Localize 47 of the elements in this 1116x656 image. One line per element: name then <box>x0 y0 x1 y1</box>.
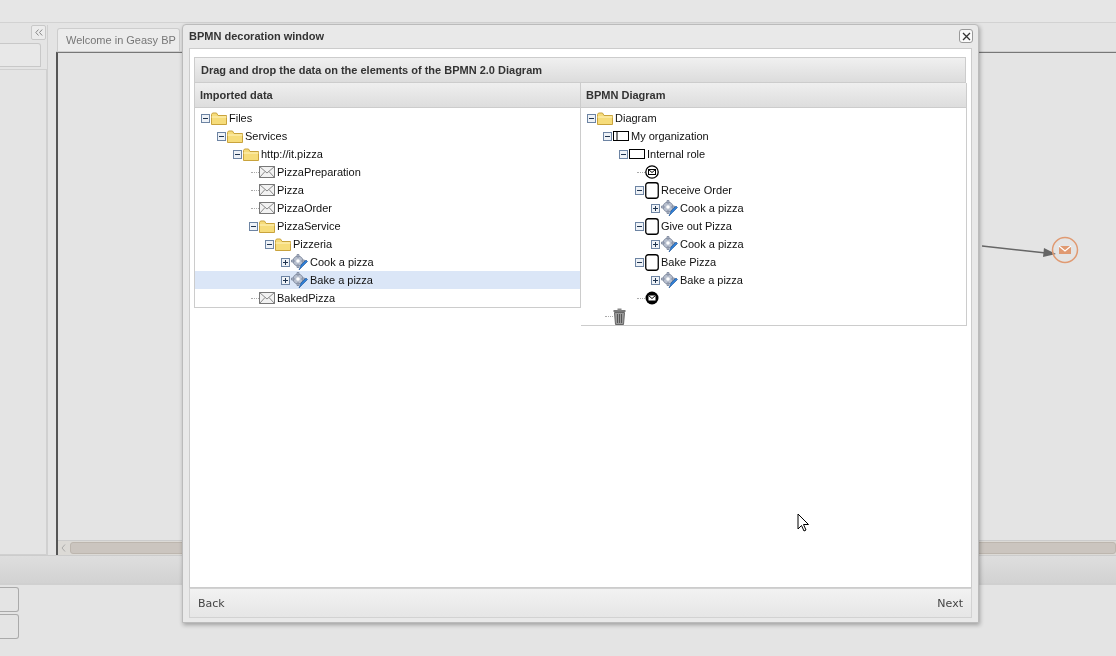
tree-row[interactable]: Bake a pizza <box>581 271 966 289</box>
tree-row[interactable]: Pizzeria <box>195 235 580 253</box>
tree-row[interactable]: Files <box>195 109 580 127</box>
tree-row[interactable]: Cook a pizza <box>195 253 580 271</box>
next-button[interactable]: Next <box>937 594 963 612</box>
back-button[interactable]: Back <box>198 594 225 612</box>
tree-label: BakedPizza <box>277 292 336 304</box>
tree-label: Pizzeria <box>293 238 333 250</box>
tree-row[interactable]: Pizza <box>195 181 580 199</box>
tree-label: Bake a pizza <box>310 274 373 286</box>
tree-label: Bake Pizza <box>661 256 717 268</box>
tree-label: PizzaPreparation <box>277 166 361 178</box>
tree-row[interactable]: PizzaPreparation <box>195 163 580 181</box>
panel-header: Drag and drop the data on the elements of the BPMN 2.0 Diagram <box>194 57 966 83</box>
tree-label: http://it.pizza <box>261 148 323 160</box>
tree-row[interactable]: http://it.pizza <box>195 145 580 163</box>
tree-label: Files <box>229 112 253 124</box>
tree-label: PizzaService <box>277 220 341 232</box>
tree-row[interactable]: Give out Pizza <box>581 217 966 235</box>
tree-label: Cook a pizza <box>310 256 374 268</box>
tree-label: Cook a pizza <box>680 202 744 214</box>
tree-row[interactable]: Cook a pizza <box>581 235 966 253</box>
tree-label: Diagram <box>615 112 657 124</box>
tree-label: Services <box>245 130 288 142</box>
tree-row[interactable]: Diagram <box>581 109 966 127</box>
tree-label: Receive Order <box>661 184 732 196</box>
tree-row[interactable]: Cook a pizza <box>581 199 966 217</box>
tree-row[interactable]: BakedPizza <box>195 289 580 307</box>
column-header: BPMN Diagram <box>581 83 966 108</box>
tree-label: Pizza <box>277 184 304 196</box>
tree-label: Internal role <box>647 148 706 160</box>
column-header: Imported data <box>195 83 580 108</box>
window-title: BPMN decoration window <box>189 30 325 42</box>
tree-label: PizzaOrder <box>277 202 333 214</box>
tree-row[interactable]: My organization <box>581 127 966 145</box>
tree-label: Bake a pizza <box>680 274 743 286</box>
tree-row[interactable]: Receive Order <box>581 181 966 199</box>
tree-row[interactable]: PizzaOrder <box>195 199 580 217</box>
tree-row[interactable]: Services <box>195 127 580 145</box>
tree-row[interactable]: PizzaService <box>195 217 580 235</box>
tree-label: Cook a pizza <box>680 238 744 250</box>
tree-label: Give out Pizza <box>661 220 732 232</box>
welcome-tab[interactable]: Welcome in Geasy BP <box>57 28 180 51</box>
tree-label: My organization <box>631 130 709 142</box>
tree-row[interactable]: Internal role <box>581 145 966 163</box>
tree-row[interactable]: Bake Pizza <box>581 253 966 271</box>
selected-tree-row[interactable]: Bake a pizza <box>195 271 580 289</box>
